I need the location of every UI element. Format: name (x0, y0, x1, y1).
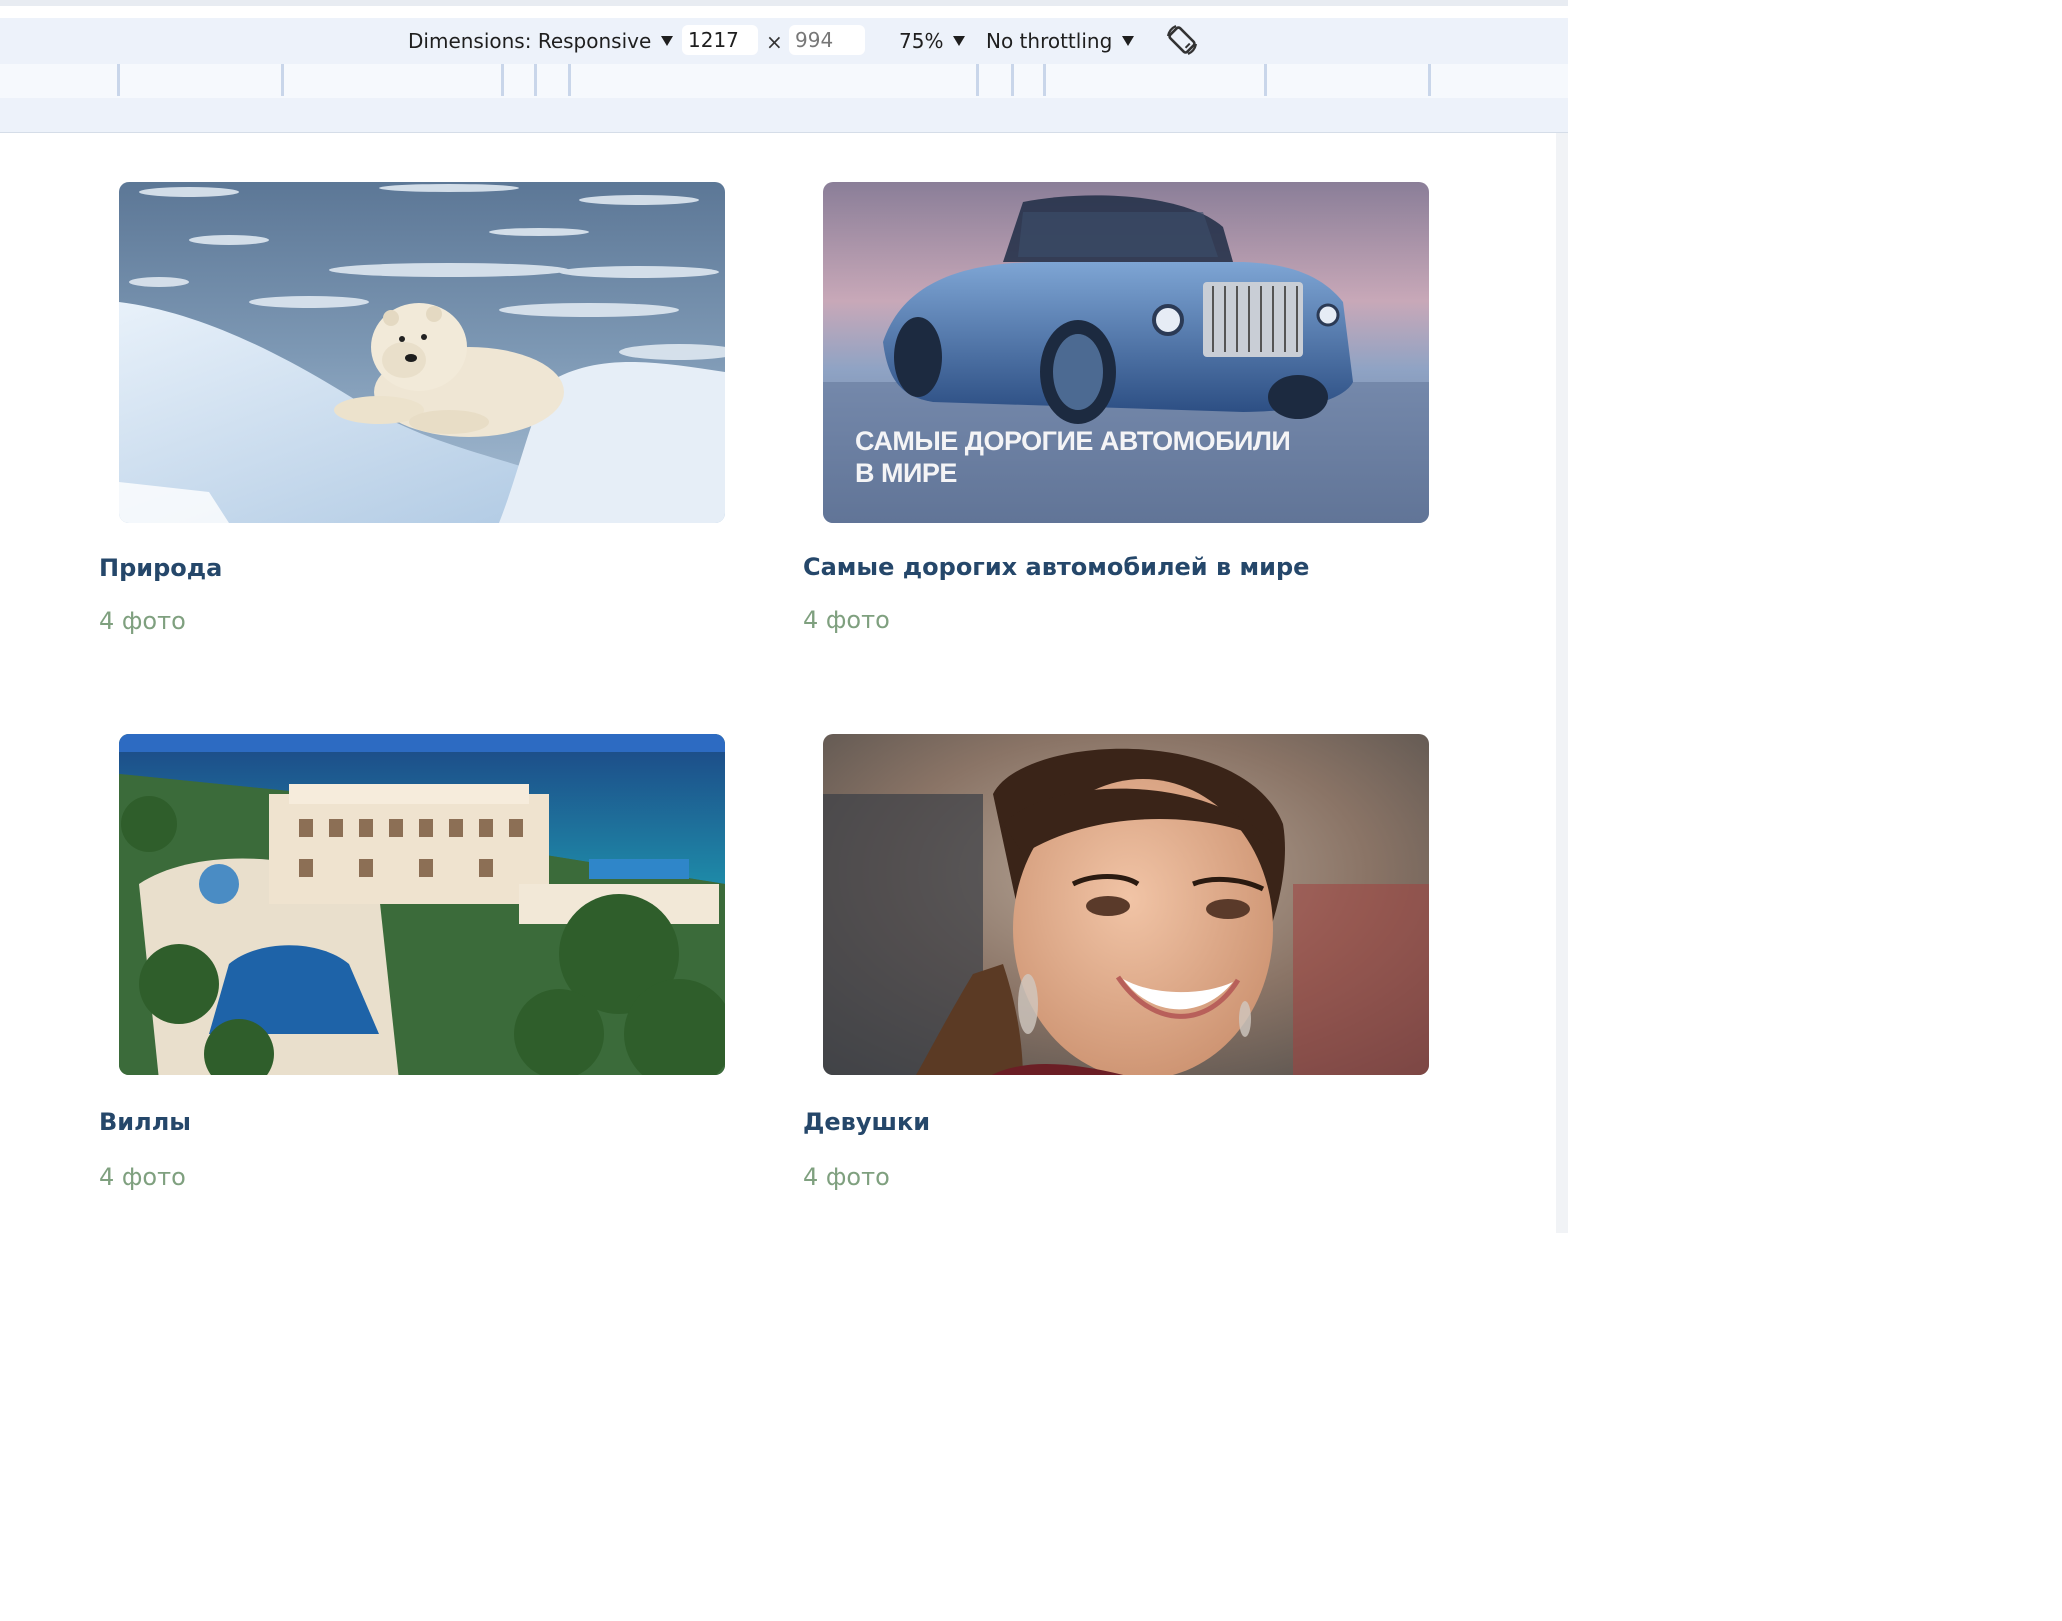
album-title[interactable]: Виллы (99, 1108, 191, 1136)
zoom-label: 75% (899, 29, 944, 53)
album-thumbnail[interactable] (823, 734, 1429, 1075)
album-photo-count: 4 фото (803, 606, 890, 634)
caret-down-icon (953, 36, 966, 46)
caret-down-icon (1122, 36, 1135, 46)
portrait-image (823, 734, 1429, 1075)
media-query-ruler[interactable] (0, 64, 1568, 100)
album-photo-count: 4 фото (803, 1163, 890, 1191)
album-photo-count: 4 фото (99, 1163, 186, 1191)
dimensions-dropdown[interactable]: Dimensions: Responsive (408, 18, 674, 64)
throttling-label: No throttling (986, 29, 1113, 53)
devtools-top-strip (0, 0, 1568, 19)
rotate-device-icon[interactable] (1164, 22, 1200, 58)
times-separator: × (766, 30, 783, 54)
album-title[interactable]: Самые дорогих автомобилей в мире (803, 553, 1309, 581)
villa-image (119, 734, 725, 1075)
album-photo-count: 4 фото (99, 607, 186, 635)
height-input[interactable] (789, 25, 865, 55)
overlay-line-1: САМЫЕ ДОРОГИЕ АВТОМОБИЛИ (855, 426, 1290, 456)
album-thumbnail[interactable]: САМЫЕ ДОРОГИЕ АВТОМОБИЛИ В МИРЕ (823, 182, 1429, 523)
album-thumbnail[interactable] (119, 182, 725, 523)
luxury-car-image: САМЫЕ ДОРОГИЕ АВТОМОБИЛИ В МИРЕ (823, 182, 1429, 523)
dimensions-label: Dimensions: Responsive (408, 29, 652, 53)
viewport-edge (1556, 133, 1568, 1233)
device-toolbar: Dimensions: Responsive × 75% No throttli… (0, 18, 1568, 65)
album-title[interactable]: Природа (99, 554, 222, 582)
caret-down-icon (661, 36, 674, 46)
width-input[interactable] (682, 25, 758, 55)
album-title[interactable]: Девушки (803, 1108, 930, 1136)
devtools-subbar (0, 98, 1568, 133)
polar-bear-image (119, 182, 725, 523)
zoom-dropdown[interactable]: 75% (899, 18, 966, 64)
throttling-dropdown[interactable]: No throttling (986, 18, 1135, 64)
overlay-line-2: В МИРЕ (855, 458, 957, 488)
album-thumbnail[interactable] (119, 734, 725, 1075)
